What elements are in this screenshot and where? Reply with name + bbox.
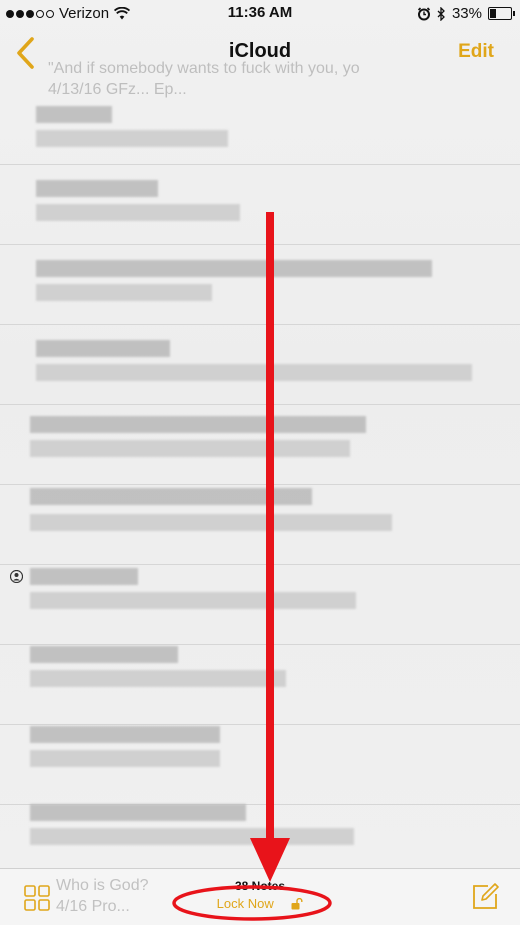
note-row[interactable] — [0, 404, 520, 485]
bluetooth-icon — [437, 6, 445, 21]
note-row[interactable] — [0, 324, 520, 405]
note-title-redacted — [36, 260, 432, 277]
note-title-redacted — [30, 416, 366, 433]
note-preview-redacted — [30, 514, 392, 531]
note-row[interactable] — [0, 244, 520, 325]
note-preview-redacted — [30, 828, 354, 845]
note-preview-redacted — [36, 130, 228, 147]
shared-person-icon — [10, 570, 23, 583]
alarm-icon — [417, 6, 431, 20]
note-row[interactable] — [0, 84, 520, 165]
note-row[interactable] — [0, 724, 520, 805]
lock-now-label: Lock Now — [216, 896, 274, 912]
note-title-redacted — [36, 180, 158, 197]
note-title-redacted — [30, 568, 138, 585]
notes-list — [0, 84, 520, 869]
note-title-redacted — [30, 646, 178, 663]
navigation-bar: "And if somebody wants to fuck with you,… — [0, 28, 520, 98]
note-title-redacted — [36, 340, 170, 357]
bottom-toolbar: Who is God? 4/16 Pro... 38 Notes Lock No… — [0, 868, 520, 925]
battery-icon — [488, 7, 515, 20]
note-row[interactable] — [0, 644, 520, 725]
note-row[interactable] — [0, 164, 520, 245]
page-title: iCloud — [228, 40, 292, 62]
notes-screen: Verizon 11:36 AM 33% "And if somebody wa… — [0, 0, 520, 925]
lock-now-button[interactable]: Lock Now — [0, 895, 520, 911]
note-title-redacted — [30, 488, 312, 505]
notes-count: 38 Notes — [234, 879, 286, 893]
note-title-redacted — [30, 804, 246, 821]
edit-button[interactable]: Edit — [458, 41, 494, 63]
note-title-redacted — [30, 726, 220, 743]
status-right: 33% — [417, 5, 515, 22]
status-bar: Verizon 11:36 AM 33% — [0, 0, 520, 28]
note-preview-redacted — [36, 204, 240, 221]
note-preview-redacted — [30, 592, 356, 609]
note-preview-redacted — [36, 284, 212, 301]
note-title-redacted — [36, 106, 112, 123]
compose-icon[interactable] — [470, 882, 500, 912]
note-preview-redacted — [36, 364, 472, 381]
battery-percent: 33% — [451, 5, 482, 22]
note-preview-redacted — [30, 670, 286, 687]
note-preview-redacted — [30, 750, 220, 767]
lock-icon — [291, 897, 303, 910]
note-preview-redacted — [30, 440, 350, 457]
note-row[interactable] — [0, 484, 520, 565]
note-row[interactable] — [0, 564, 520, 645]
